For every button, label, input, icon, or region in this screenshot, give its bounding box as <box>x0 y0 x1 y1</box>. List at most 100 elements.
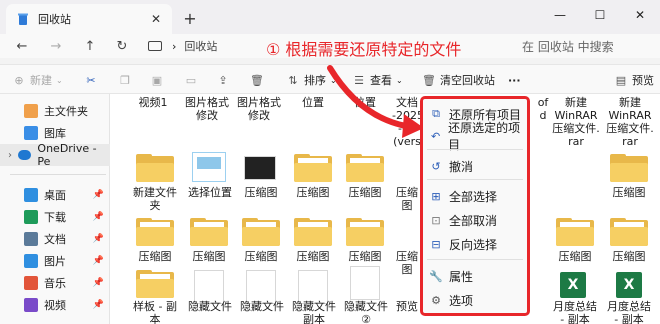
menu-item-restore-selected[interactable]: ↶ 还原选定的项目 <box>423 121 527 152</box>
file-item[interactable]: 压缩图 <box>392 186 422 212</box>
file-item[interactable]: 压缩图 <box>604 186 654 199</box>
preview-button[interactable]: ▤ 预览 <box>614 65 654 95</box>
file-item[interactable]: 预览 <box>392 300 422 313</box>
sidebar-item-home[interactable]: 主文件夹 <box>0 100 110 122</box>
new-button[interactable]: ⊕ 新建 ⌄ <box>12 65 62 95</box>
up-button[interactable]: ↑ <box>78 34 102 58</box>
file-item[interactable]: 样板 - 副 本 <box>128 300 182 324</box>
file-item[interactable]: 新建 WinRAR 压缩文件. rar <box>604 96 656 148</box>
scissors-icon: ✂ <box>86 73 96 87</box>
breadcrumb[interactable]: 回收站 <box>184 38 217 54</box>
folder-icon[interactable] <box>556 218 594 246</box>
file-item[interactable]: 视频1 <box>128 96 178 109</box>
file-item[interactable]: 隐藏文件 <box>236 300 288 313</box>
file-item[interactable]: 压缩图 <box>184 250 234 263</box>
cut-button[interactable]: ✂ <box>84 65 102 95</box>
file-item[interactable]: 压缩图 <box>604 250 654 263</box>
folder-icon[interactable] <box>346 154 384 182</box>
file-item[interactable]: 月度总结 - 副本 <box>548 300 602 324</box>
search-input[interactable]: 在 回收站 中搜索 <box>508 34 660 58</box>
excel-file-icon[interactable]: X <box>560 272 586 298</box>
file-item[interactable]: 隐藏文件 <box>184 300 236 313</box>
restore-all-icon: ⧉ <box>432 107 440 120</box>
excel-file-icon[interactable]: X <box>616 272 642 298</box>
options-icon: ⚙ <box>431 293 441 307</box>
file-item[interactable]: 压缩图 <box>130 250 180 263</box>
file-item[interactable]: 月度总结 - 副本 <box>602 300 656 324</box>
menu-item-invert-selection[interactable]: ⊟ 反向选择 <box>423 233 527 255</box>
pin-icon: 📌 <box>92 300 104 310</box>
file-item[interactable]: 压缩图 <box>340 250 390 263</box>
image-thumbnail-icon[interactable] <box>192 152 226 182</box>
file-item[interactable]: of d <box>536 96 550 122</box>
new-tab-button[interactable]: + <box>180 8 200 28</box>
file-item[interactable]: 新建文件夹 <box>130 186 180 212</box>
pin-icon: 📌 <box>92 190 104 200</box>
folder-icon[interactable] <box>610 218 648 246</box>
file-item[interactable]: 图片格式修改 <box>234 96 284 122</box>
refresh-button[interactable]: ↻ <box>110 34 134 58</box>
file-thumbnail-icon[interactable] <box>246 270 276 304</box>
delete-button[interactable]: 🗑 <box>250 65 268 95</box>
minimize-button[interactable]: — <box>540 0 580 30</box>
file-item[interactable]: 图片格式修改 <box>182 96 232 122</box>
menu-item-undo[interactable]: ↺ 撤消 <box>423 155 527 177</box>
sidebar-item-downloads[interactable]: 下载 📌 <box>0 206 110 228</box>
sidebar-item-pictures[interactable]: 图片 📌 <box>0 250 110 272</box>
sidebar-item-onedrive[interactable]: › OneDrive - Pe <box>0 142 110 168</box>
sort-icon: ⇅ <box>288 73 298 87</box>
folder-icon[interactable] <box>136 218 174 246</box>
sidebar-item-videos[interactable]: 视频 📌 <box>0 294 110 316</box>
folder-icon[interactable] <box>610 154 648 182</box>
invert-selection-icon: ⊟ <box>431 237 441 251</box>
file-item[interactable]: 压缩图 <box>550 250 600 263</box>
rename-button[interactable]: ▭ <box>184 65 202 95</box>
pin-icon: 📌 <box>92 278 104 288</box>
file-item[interactable]: 压缩图 <box>392 250 422 276</box>
download-icon <box>24 210 38 224</box>
file-item[interactable]: 隐藏文件 副本 <box>288 300 340 324</box>
sidebar-item-documents[interactable]: 文档 📌 <box>0 228 110 250</box>
menu-item-properties[interactable]: 🔧 属性 <box>423 265 527 287</box>
close-window-button[interactable]: ✕ <box>620 0 660 30</box>
empty-recycle-bin-button[interactable]: 🗑 清空回收站 <box>422 65 495 95</box>
paste-button[interactable]: ▣ <box>150 65 168 95</box>
folder-icon[interactable] <box>136 154 174 182</box>
refresh-icon: ↻ <box>116 38 128 54</box>
file-thumbnail-icon[interactable] <box>298 270 328 304</box>
file-item[interactable]: 压缩图 <box>236 250 286 263</box>
file-item[interactable]: 选择位置 <box>184 186 236 199</box>
forward-button[interactable]: → <box>44 34 68 58</box>
folder-icon[interactable] <box>294 218 332 246</box>
file-item[interactable]: 压缩图 <box>340 186 390 199</box>
menu-item-select-none[interactable]: ⊡ 全部取消 <box>423 209 527 231</box>
share-button[interactable]: ⇪ <box>216 65 234 95</box>
folder-icon[interactable] <box>190 218 228 246</box>
folder-icon[interactable] <box>242 218 280 246</box>
sidebar-item-music[interactable]: 音乐 📌 <box>0 272 110 294</box>
sidebar-item-desktop[interactable]: 桌面 📌 <box>0 184 110 206</box>
file-item[interactable]: 压缩图 <box>288 186 338 199</box>
folder-icon[interactable] <box>346 218 384 246</box>
file-thumbnail-icon[interactable] <box>194 270 224 304</box>
file-item[interactable]: 新建 WinRAR 压缩文件. rar <box>550 96 602 148</box>
menu-item-options[interactable]: ⚙ 选项 <box>423 289 527 311</box>
tab-recycle-bin[interactable]: 回收站 ✕ <box>6 4 172 34</box>
file-item[interactable]: 压缩图 <box>236 186 286 199</box>
tab-close-icon[interactable]: ✕ <box>148 11 164 27</box>
folder-icon[interactable] <box>294 154 332 182</box>
maximize-button[interactable]: ☐ <box>580 0 620 30</box>
file-item[interactable]: 压缩图 <box>288 250 338 263</box>
sidebar-item-gallery[interactable]: 图库 <box>0 122 110 144</box>
file-item[interactable]: 隐藏文件 ② <box>340 300 392 324</box>
more-options-button[interactable]: ··· <box>508 65 521 95</box>
back-button[interactable]: ← <box>10 34 34 58</box>
file-thumbnail-icon[interactable] <box>350 266 380 300</box>
image-thumbnail-icon[interactable] <box>244 156 276 180</box>
menu-item-select-all[interactable]: ⊞ 全部选择 <box>423 185 527 207</box>
navigation-pane: 主文件夹 图库 › OneDrive - Pe 桌面 📌 下载 📌 文档 📌 图片 📌 … <box>0 94 110 324</box>
onedrive-icon <box>18 150 32 160</box>
copy-button[interactable]: ❐ <box>118 65 136 95</box>
pin-icon: 📌 <box>92 234 104 244</box>
folder-icon[interactable] <box>136 270 174 298</box>
